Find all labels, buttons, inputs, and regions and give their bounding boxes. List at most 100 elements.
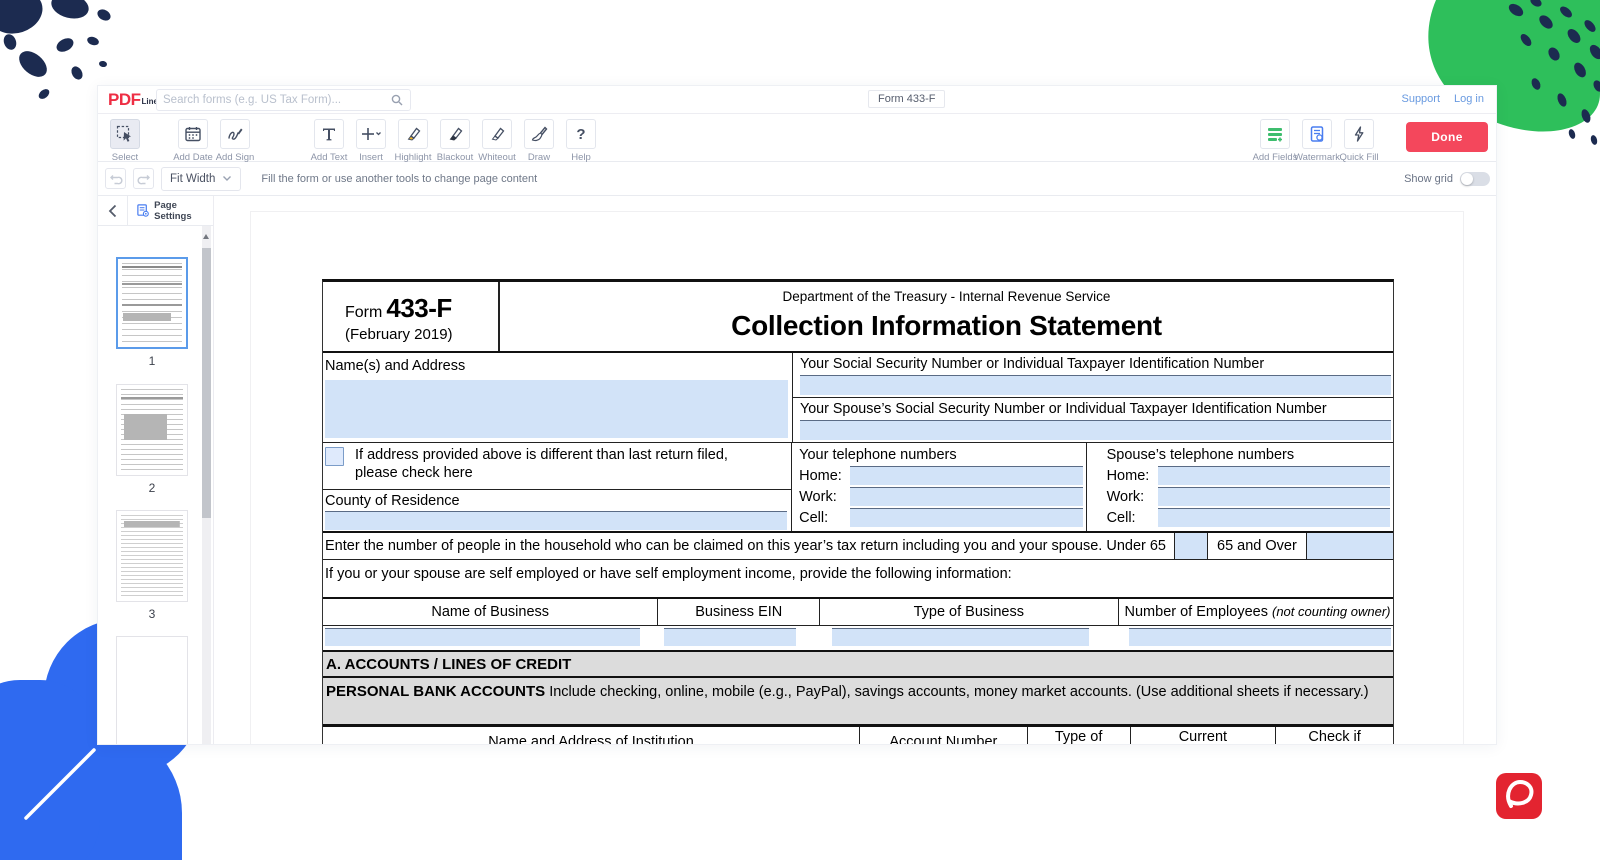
- top-bar: PDF Liner Form 433-F Support Log in: [98, 86, 1496, 114]
- whiteout-marker-icon: [487, 124, 507, 144]
- done-button[interactable]: Done: [1406, 122, 1488, 152]
- over-65-field[interactable]: [1306, 533, 1393, 559]
- highlight-button[interactable]: Highlight: [392, 119, 434, 163]
- ssn-cell: Your Social Security Number or Individua…: [793, 353, 1393, 398]
- your-work-phone-field[interactable]: [850, 487, 1082, 506]
- show-grid-toggle[interactable]: [1460, 172, 1490, 186]
- editor-content: Page Settings 1 2 3: [98, 196, 1496, 744]
- institution-header: Name and Address of Institution: [323, 727, 860, 744]
- name-address-cell: Name(s) and Address: [323, 353, 793, 442]
- add-sign-button[interactable]: Add Sign: [214, 119, 256, 163]
- add-date-button[interactable]: Add Date: [172, 119, 214, 163]
- document-page: Form 433-F (February 2019) Department of…: [250, 211, 1464, 744]
- spouse-cell-phone-field[interactable]: [1158, 508, 1390, 527]
- chevron-left-icon: [108, 204, 117, 218]
- pdfliner-logo[interactable]: PDF Liner: [108, 92, 161, 107]
- chevron-down-icon: [222, 175, 232, 182]
- add-text-button[interactable]: Add Text: [308, 119, 350, 163]
- search-box[interactable]: [156, 89, 411, 111]
- login-link[interactable]: Log in: [1454, 93, 1484, 105]
- scroll-up-arrow-icon[interactable]: [203, 234, 209, 239]
- your-phones-label: Your telephone numbers: [792, 443, 1085, 465]
- work-label: Work:: [1107, 488, 1158, 506]
- page-thumbnail-2[interactable]: [116, 384, 188, 476]
- quick-fill-button[interactable]: Quick Fill: [1338, 119, 1380, 163]
- collapse-sidebar-button[interactable]: [98, 196, 128, 225]
- blackout-button[interactable]: Blackout: [434, 119, 476, 163]
- name-of-business-header: Name of Business: [323, 599, 658, 625]
- under-65-field[interactable]: [1174, 533, 1208, 559]
- county-label: County of Residence: [323, 490, 791, 510]
- ssn-label: Your Social Security Number or Individua…: [793, 353, 1393, 374]
- whiteout-button[interactable]: Whiteout: [476, 119, 518, 163]
- county-field[interactable]: [325, 511, 787, 530]
- redo-button[interactable]: [133, 168, 154, 189]
- business-ein-field[interactable]: [664, 628, 796, 646]
- page-settings-icon: [136, 203, 150, 218]
- department-line: Department of the Treasury - Internal Re…: [500, 289, 1393, 306]
- sub-toolbar: Fit Width Fill the form or use another t…: [98, 162, 1496, 196]
- page-thumbnails: 1 2 3: [98, 226, 204, 744]
- page-thumbnail-1[interactable]: [116, 257, 188, 349]
- ssn-field[interactable]: [800, 375, 1391, 395]
- page-thumbnail-4-partial[interactable]: [116, 636, 188, 744]
- select-tool-button[interactable]: Select: [104, 119, 146, 163]
- pages-sidebar: Page Settings 1 2 3: [98, 196, 214, 744]
- highlighter-icon: [403, 124, 423, 144]
- page-settings-button[interactable]: Page Settings: [128, 200, 213, 222]
- acrobat-reader-icon: [1496, 773, 1542, 819]
- spouse-phones-cell: Spouse’s telephone numbers Home: Work: C…: [1087, 443, 1393, 531]
- spouse-work-phone-field[interactable]: [1158, 487, 1390, 506]
- text-icon: [319, 124, 339, 144]
- bank-accounts-table-header: Name and Address of Institution Account …: [323, 727, 1393, 744]
- name-of-business-field[interactable]: [325, 628, 640, 646]
- search-input[interactable]: [157, 94, 391, 106]
- check-if-header: Check if: [1276, 727, 1393, 744]
- spouse-ssn-field[interactable]: [800, 420, 1391, 440]
- address-different-label: If address provided above is different t…: [355, 446, 785, 482]
- form-number-cell: Form 433-F (February 2019): [323, 282, 500, 351]
- support-link[interactable]: Support: [1401, 93, 1440, 105]
- your-home-phone-field[interactable]: [850, 466, 1082, 485]
- address-different-checkbox[interactable]: [325, 447, 344, 466]
- spouse-home-phone-field[interactable]: [1158, 466, 1390, 485]
- form-revision-date: (February 2019): [345, 326, 498, 345]
- form-433f: Form 433-F (February 2019) Department of…: [322, 279, 1394, 744]
- business-header-row: Name of Business Business EIN Type of Bu…: [323, 599, 1393, 626]
- zoom-level-dropdown[interactable]: Fit Width: [161, 167, 241, 191]
- logo-pdf-text: PDF: [108, 92, 141, 107]
- zoom-level-value: Fit Width: [170, 173, 215, 185]
- cell-label: Cell:: [799, 509, 850, 527]
- watermark-icon: [1307, 124, 1327, 144]
- page-number-3: 3: [116, 607, 188, 621]
- spouse-ssn-cell: Your Spouse’s Social Security Number or …: [793, 398, 1393, 443]
- type-of-business-header: Type of Business: [820, 599, 1118, 625]
- spouse-ssn-label: Your Spouse’s Social Security Number or …: [793, 398, 1393, 419]
- calendar-icon: [183, 124, 203, 144]
- insert-button[interactable]: Insert: [350, 119, 392, 163]
- over-65-label: 65 and Over: [1208, 533, 1306, 559]
- help-button[interactable]: ? Help: [560, 119, 602, 163]
- name-address-field[interactable]: [325, 380, 788, 438]
- your-cell-phone-field[interactable]: [850, 508, 1082, 527]
- undo-button[interactable]: [105, 168, 126, 189]
- household-row: Enter the number of people in the househ…: [323, 533, 1393, 560]
- address-different-cell: If address provided above is different t…: [323, 443, 791, 490]
- page-thumbnail-3[interactable]: [116, 510, 188, 602]
- your-phones-cell: Your telephone numbers Home: Work: Cell:: [792, 443, 1086, 531]
- type-of-business-field[interactable]: [832, 628, 1088, 646]
- watermark-button[interactable]: Watermark: [1296, 119, 1338, 163]
- redo-icon: [137, 172, 151, 186]
- scrollbar-thumb[interactable]: [202, 248, 211, 518]
- search-icon: [391, 94, 403, 106]
- section-a-header: A. ACCOUNTS / LINES OF CREDIT: [323, 652, 1393, 678]
- draw-button[interactable]: Draw: [518, 119, 560, 163]
- add-fields-icon: [1265, 124, 1285, 144]
- employees-field[interactable]: [1129, 628, 1391, 646]
- self-employed-label: If you or your spouse are self employed …: [323, 560, 1393, 583]
- business-ein-header: Business EIN: [658, 599, 820, 625]
- form-word: Form: [345, 304, 382, 321]
- personal-bank-accounts-text: PERSONAL BANK ACCOUNTS Include checking,…: [323, 678, 1393, 727]
- sidebar-scrollbar[interactable]: [202, 226, 211, 744]
- add-fields-button[interactable]: Add Fields: [1254, 119, 1296, 163]
